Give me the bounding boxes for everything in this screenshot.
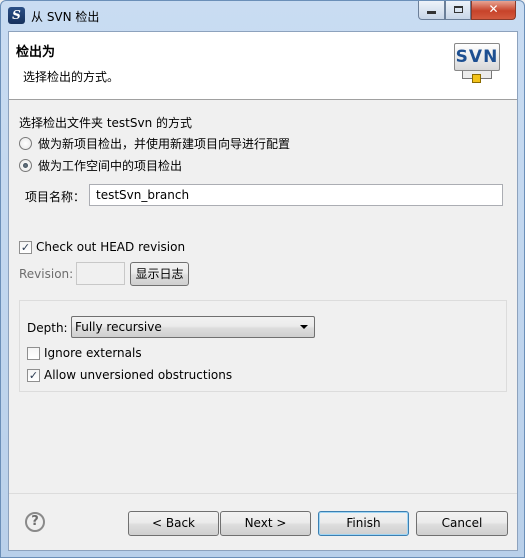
depth-select-value: Fully recursive bbox=[75, 320, 162, 334]
back-button[interactable]: < Back bbox=[128, 511, 219, 536]
maximize-button[interactable] bbox=[445, 1, 471, 20]
revision-input[interactable] bbox=[76, 262, 125, 285]
page-description: 选择检出的方式。 bbox=[23, 70, 120, 84]
svn-logo: SVN bbox=[454, 43, 500, 83]
radio-button-selected[interactable] bbox=[19, 158, 32, 172]
project-name-label: 项目名称： bbox=[25, 190, 86, 204]
next-button[interactable]: Next > bbox=[220, 511, 311, 536]
minimize-button[interactable] bbox=[418, 1, 445, 20]
ignore-externals-label: Ignore externals bbox=[44, 346, 142, 360]
radio-label: 做为新项目检出，并使用新建项目向导进行配置 bbox=[38, 136, 291, 151]
svn-logo-text: SVN bbox=[454, 43, 500, 71]
allow-unversioned-option[interactable]: ✓ Allow unversioned obstructions bbox=[27, 366, 232, 384]
maximize-icon bbox=[453, 6, 463, 13]
dialog-body: 检出为 选择检出的方式。 SVN 选择检出文件夹 testSvn 的方式 做为新… bbox=[8, 31, 518, 551]
head-revision-label: Check out HEAD revision bbox=[36, 240, 186, 254]
title-bar[interactable]: S 从 SVN 检出 ✕ bbox=[1, 1, 524, 31]
allow-unversioned-checkbox[interactable]: ✓ bbox=[27, 368, 40, 382]
cancel-button[interactable]: Cancel bbox=[416, 511, 508, 536]
window-title: 从 SVN 检出 bbox=[31, 10, 100, 24]
show-log-button[interactable]: 显示日志 bbox=[130, 262, 189, 286]
radio-workspace-project[interactable]: 做为工作空间中的项目检出 bbox=[19, 156, 182, 174]
ignore-externals-checkbox[interactable] bbox=[27, 346, 40, 360]
app-icon: S bbox=[8, 7, 25, 24]
wizard-header: 检出为 选择检出的方式。 SVN bbox=[9, 32, 517, 100]
radio-button[interactable] bbox=[19, 136, 32, 150]
close-button[interactable]: ✕ bbox=[471, 1, 516, 20]
head-revision-checkbox[interactable]: ✓ bbox=[19, 240, 32, 254]
page-title: 检出为 bbox=[16, 45, 56, 60]
radio-label: 做为工作空间中的项目检出 bbox=[38, 158, 183, 173]
allow-unversioned-label: Allow unversioned obstructions bbox=[44, 368, 233, 382]
depth-label: Depth: bbox=[27, 321, 68, 335]
finish-button[interactable]: Finish bbox=[318, 511, 409, 536]
project-name-input[interactable]: testSvn_branch bbox=[89, 184, 503, 206]
chevron-down-icon bbox=[300, 325, 308, 329]
head-revision-option[interactable]: ✓ Check out HEAD revision bbox=[19, 238, 185, 256]
depth-select[interactable]: Fully recursive bbox=[71, 316, 315, 338]
close-icon: ✕ bbox=[488, 2, 499, 16]
ignore-externals-option[interactable]: Ignore externals bbox=[27, 344, 142, 362]
radio-new-project[interactable]: 做为新项目检出，并使用新建项目向导进行配置 bbox=[19, 134, 290, 152]
dialog-window: S 从 SVN 检出 ✕ 检出为 选择检出的方式。 SVN 选择检出文件夹 te… bbox=[0, 0, 525, 558]
help-icon[interactable]: ? bbox=[25, 512, 45, 532]
checkout-mode-label: 选择检出文件夹 testSvn 的方式 bbox=[19, 116, 192, 130]
footer-divider bbox=[9, 493, 517, 494]
svn-logo-base bbox=[472, 74, 481, 83]
revision-label: Revision: bbox=[19, 267, 74, 281]
minimize-icon bbox=[427, 11, 436, 14]
